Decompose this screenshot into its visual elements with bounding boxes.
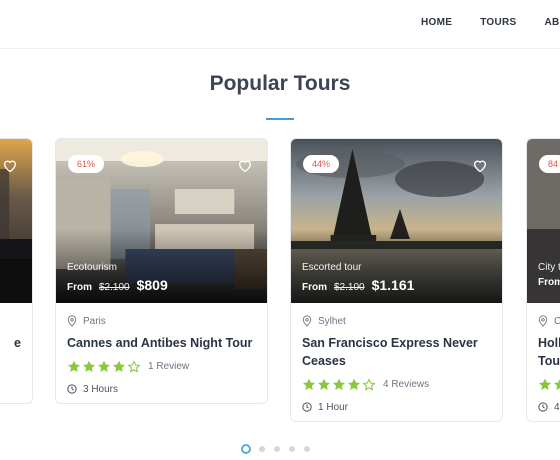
duration-text: 4: [554, 401, 560, 413]
carousel-dot[interactable]: [289, 446, 295, 452]
star-filled-icon: [538, 378, 552, 390]
star-filled-icon: [553, 378, 560, 390]
carousel-dots: [241, 444, 319, 454]
tour-category: Ecotourism: [67, 262, 118, 273]
card-body: e: [0, 303, 32, 364]
price-from-label: From: [538, 277, 560, 288]
tour-image[interactable]: 61% Ecotourism From $2.100 $809: [56, 139, 267, 303]
star-filled-icon: [82, 360, 96, 372]
discount-badge: 61%: [68, 155, 105, 173]
heart-icon[interactable]: [2, 158, 18, 173]
card-body: C Holl Tour 4: [527, 303, 560, 421]
main-nav: HOME TOURS ABOUT: [421, 17, 560, 28]
location-name: Paris: [83, 315, 106, 327]
location-name: Sylhet: [318, 315, 346, 327]
price-row: From $2.100 $1.161: [302, 277, 414, 293]
star-rating: [67, 359, 142, 373]
tour-title[interactable]: Holl Tour: [538, 334, 560, 370]
heart-icon[interactable]: [472, 158, 488, 173]
clock-icon: [302, 402, 312, 412]
section-title: Popular Tours: [209, 72, 351, 95]
tour-image[interactable]: [0, 139, 32, 303]
star-empty-icon: [127, 359, 141, 373]
tour-category: City t: [538, 262, 560, 273]
tour-category: Escorted tour: [302, 262, 362, 273]
price-from-label: From: [302, 282, 327, 293]
carousel-dot[interactable]: [259, 446, 265, 452]
rating: [538, 376, 560, 392]
star-filled-icon: [67, 360, 81, 372]
location: Paris: [67, 313, 256, 329]
nav-about[interactable]: ABOUT: [545, 17, 560, 28]
star-filled-icon: [347, 378, 361, 390]
star-rating: [538, 378, 560, 391]
review-count[interactable]: 1 Review: [148, 361, 189, 372]
current-price: $809: [136, 277, 168, 293]
location: C: [538, 313, 560, 329]
location-pin-icon: [538, 315, 548, 327]
price-row: From: [538, 277, 560, 288]
tour-image[interactable]: 44% Escorted tour From $2.100 $1.161: [291, 139, 502, 303]
location-pin-icon: [302, 315, 312, 327]
review-count[interactable]: 4 Reviews: [383, 379, 429, 390]
page: HOME TOURS ABOUT Popular Tours: [0, 0, 560, 460]
nav-home[interactable]: HOME: [421, 17, 452, 28]
star-rating: [302, 377, 377, 391]
duration-text: 1 Hour: [318, 401, 349, 413]
discount-badge: 44%: [303, 155, 340, 173]
old-price: $2.100: [334, 282, 365, 293]
duration: 1 Hour: [302, 400, 491, 414]
tour-title-line1: Holl: [538, 336, 560, 350]
star-filled-icon: [317, 378, 331, 390]
tour-card[interactable]: 61% Ecotourism From $2.100 $809 Paris Ca…: [55, 138, 268, 404]
location-name: C: [554, 316, 560, 327]
carousel-dot[interactable]: [274, 446, 280, 452]
rating: 4 Reviews: [302, 376, 491, 392]
star-empty-icon: [362, 377, 376, 391]
tour-title-line2: Tour: [538, 354, 560, 368]
star-filled-icon: [302, 378, 316, 390]
title-underline: [266, 118, 294, 120]
current-price: $1.161: [371, 277, 415, 293]
tour-image[interactable]: 84 City t From: [527, 139, 560, 303]
card-body: Sylhet San Francisco Express Never Cease…: [291, 303, 502, 421]
nav-tours[interactable]: TOURS: [480, 17, 516, 28]
carousel-dot[interactable]: [304, 446, 310, 452]
clock-icon: [67, 384, 77, 394]
rating: 1 Review: [67, 358, 256, 374]
star-filled-icon: [112, 360, 126, 372]
tour-title[interactable]: San Francisco Express Never Ceases: [302, 334, 491, 370]
discount-badge: 84: [539, 155, 560, 173]
tour-card[interactable]: 44% Escorted tour From $2.100 $1.161 Syl…: [290, 138, 503, 422]
tour-title[interactable]: e: [0, 334, 21, 352]
price-row: From $2.100 $809: [67, 277, 168, 293]
old-price: $2.100: [99, 282, 130, 293]
duration-text: 3 Hours: [83, 383, 119, 395]
price-from-label: From: [67, 282, 92, 293]
site-header: HOME TOURS ABOUT: [0, 0, 560, 48]
duration: 4: [538, 400, 560, 414]
tour-card[interactable]: e: [0, 138, 33, 404]
location: [0, 313, 21, 329]
tour-title[interactable]: Cannes and Antibes Night Tour: [67, 334, 256, 352]
location-pin-icon: [67, 315, 77, 327]
carousel-dot-active[interactable]: [241, 444, 251, 454]
clock-icon: [538, 402, 548, 412]
tour-card[interactable]: 84 City t From C Holl Tour: [526, 138, 560, 422]
location: Sylhet: [302, 313, 491, 329]
heart-icon[interactable]: [237, 158, 253, 173]
duration: 3 Hours: [67, 382, 256, 396]
card-body: Paris Cannes and Antibes Night Tour 1 Re…: [56, 303, 267, 403]
star-filled-icon: [332, 378, 346, 390]
star-filled-icon: [97, 360, 111, 372]
